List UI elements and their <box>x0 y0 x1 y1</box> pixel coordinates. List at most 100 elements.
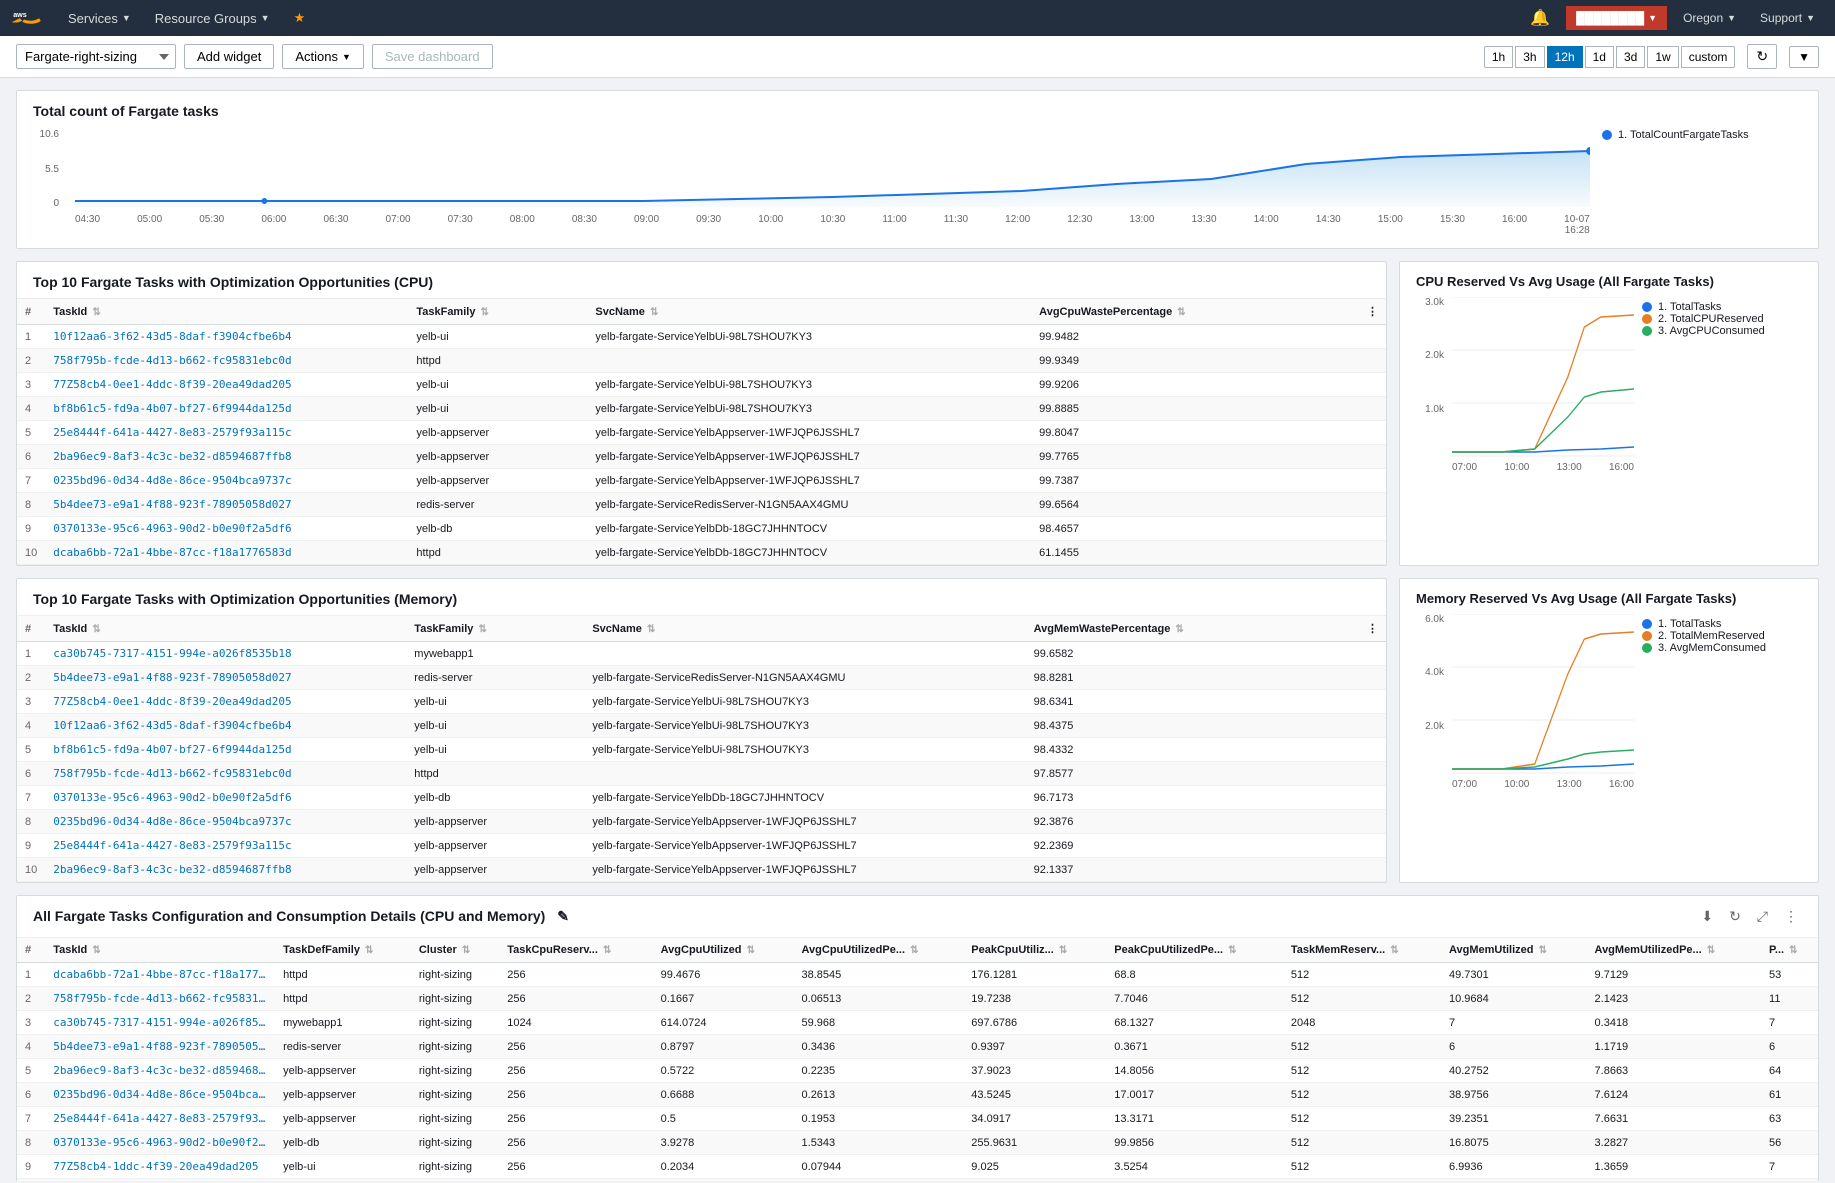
table-row[interactable]: 9 77Z58cb4-1ddc-4f39-20ea49dad205 yelb-u… <box>17 1155 1818 1179</box>
table-row[interactable]: 6 0235bd96-0d34-4d8e-86ce-9504bca9737c y… <box>17 1083 1818 1107</box>
time-1w-button[interactable]: 1w <box>1647 46 1678 68</box>
table-row[interactable]: 1 10f12aa6-3f62-43d5-8daf-f3904cfbe6b4 y… <box>17 325 1386 349</box>
table-row[interactable]: 8 5b4dee73-e9a1-4f88-923f-78905058d027 r… <box>17 493 1386 517</box>
services-nav-button[interactable]: Services ▼ <box>60 0 139 36</box>
col-header-taskfamily[interactable]: TaskFamily ⇅ <box>408 299 587 325</box>
time-12h-button[interactable]: 12h <box>1547 46 1583 68</box>
time-3h-button[interactable]: 3h <box>1515 46 1544 68</box>
col-taskid-header[interactable]: TaskId ⇅ <box>45 938 275 963</box>
aws-logo[interactable]: aws <box>12 6 48 30</box>
support-caret-icon: ▼ <box>1806 13 1815 23</box>
table-row[interactable]: 4 5b4dee73-e9a1-4f88-923f-78905058d027 r… <box>17 1035 1818 1059</box>
col-header-menu[interactable]: ⋮ <box>1359 299 1386 325</box>
table-row[interactable]: 9 0370133e-95c6-4963-90d2-b0e90f2a5df6 y… <box>17 517 1386 541</box>
download-icon[interactable]: ⬇ <box>1697 906 1717 927</box>
cpu-chart-legend: 1. TotalTasks 2. TotalCPUReserved 3. Avg… <box>1642 297 1802 473</box>
table-row[interactable]: 5 2ba96ec9-8af3-4c3c-be32-d8594687ffb8 y… <box>17 1059 1818 1083</box>
resource-groups-nav-button[interactable]: Resource Groups ▼ <box>147 0 278 36</box>
edit-icon[interactable]: ✎ <box>557 908 569 924</box>
table-row[interactable]: 7 0235bd96-0d34-4d8e-86ce-9504bca9737c y… <box>17 469 1386 493</box>
table-row[interactable]: 6 758f795b-fcde-4d13-b662-fc95831ebc0d h… <box>17 762 1386 786</box>
memory-table-header-row: # TaskId ⇅ TaskFamily ⇅ SvcName ⇅ AvgMem… <box>17 616 1386 642</box>
memory-chart-svg <box>1452 614 1634 774</box>
table-row[interactable]: 2 758f795b-fcde-4d13-b662-fc95831ebc0d h… <box>17 987 1818 1011</box>
col-header-svcname[interactable]: SvcName ⇅ <box>584 616 1025 642</box>
more-options-icon[interactable]: ⋮ <box>1780 906 1802 927</box>
x-label: 05:30 <box>199 214 224 236</box>
table-row[interactable]: 5 25e8444f-641a-4427-8e83-2579f93a115c y… <box>17 421 1386 445</box>
favorites-nav-button[interactable]: ★ <box>286 0 314 36</box>
table-row[interactable]: 10 dcaba6bb-72a1-4bbe-87cc-f18a1776583d … <box>17 541 1386 565</box>
table-row[interactable]: 5 bf8b61c5-fd9a-4b07-bf27-6f9944da125d y… <box>17 738 1386 762</box>
y-label-bot: 0 <box>33 198 59 209</box>
col-avgcpu-header[interactable]: AvgCpuUtilized ⇅ <box>653 938 794 963</box>
actions-button[interactable]: Actions ▼ <box>282 44 364 69</box>
col-avgmempct-header[interactable]: AvgMemUtilizedPe... ⇅ <box>1587 938 1761 963</box>
table-row[interactable]: 9 25e8444f-641a-4427-8e83-2579f93a115c y… <box>17 834 1386 858</box>
col-header-num: # <box>17 299 45 325</box>
x-label: 11:00 <box>882 214 906 236</box>
x-label: 07:30 <box>448 214 473 236</box>
notifications-bell-icon[interactable]: 🔔 <box>1522 8 1558 28</box>
table-row[interactable]: 8 0235bd96-0d34-4d8e-86ce-9504bca9737c y… <box>17 810 1386 834</box>
cpu-chart-card: CPU Reserved Vs Avg Usage (All Fargate T… <box>1399 261 1819 566</box>
col-header-taskid[interactable]: TaskId ⇅ <box>45 616 406 642</box>
col-header-avgmem[interactable]: AvgMemWastePercentage ⇅ <box>1026 616 1359 642</box>
col-avgmem-header[interactable]: AvgMemUtilized ⇅ <box>1441 938 1587 963</box>
table-row[interactable]: 2 758f795b-fcde-4d13-b662-fc95831ebc0d h… <box>17 349 1386 373</box>
region-selector[interactable]: Oregon ▼ <box>1675 11 1744 25</box>
col-header-menu[interactable]: ⋮ <box>1359 616 1386 642</box>
support-button[interactable]: Support ▼ <box>1752 11 1823 25</box>
refresh-button[interactable]: ↻ <box>1747 44 1777 69</box>
memory-optimization-table-card: Top 10 Fargate Tasks with Optimization O… <box>16 578 1387 883</box>
table-row[interactable]: 10 2ba96ec9-8af3-4c3c-be32-d8594687ffb8 … <box>17 858 1386 882</box>
table-row[interactable]: 10 10f12aa6-3f62-43d5-8daf-f3904cfbe6b4 … <box>17 1179 1818 1182</box>
time-1d-button[interactable]: 1d <box>1585 46 1614 68</box>
table-row[interactable]: 7 0370133e-95c6-4963-90d2-b0e90f2a5df6 y… <box>17 786 1386 810</box>
col-peakcpupct-header[interactable]: PeakCpuUtilizedPe... ⇅ <box>1106 938 1283 963</box>
table-row[interactable]: 4 10f12aa6-3f62-43d5-8daf-f3904cfbe6b4 y… <box>17 714 1386 738</box>
col-header-svcname[interactable]: SvcName ⇅ <box>587 299 1031 325</box>
table-row[interactable]: 3 77Z58cb4-0ee1-4ddc-8f39-20ea49dad205 y… <box>17 373 1386 397</box>
table-row[interactable]: 1 dcaba6bb-72a1-4bbe-87cc-f18a1776583d h… <box>17 963 1818 987</box>
add-widget-button[interactable]: Add widget <box>184 44 274 69</box>
table-row[interactable]: 3 77Z58cb4-0ee1-4ddc-8f39-20ea49dad205 y… <box>17 690 1386 714</box>
memory-chart-legend: 1. TotalTasks 2. TotalMemReserved 3. Avg… <box>1642 614 1802 790</box>
x-label: 08:00 <box>510 214 535 236</box>
col-taskdeffamily-header[interactable]: TaskDefFamily ⇅ <box>275 938 411 963</box>
dashboard-selector[interactable]: Fargate-right-sizing <box>16 44 176 69</box>
table-header-row: # TaskId ⇅ TaskFamily ⇅ SvcName ⇅ AvgCpu… <box>17 299 1386 325</box>
profile-caret-icon: ▼ <box>1648 13 1657 23</box>
top-navigation: aws Services ▼ Resource Groups ▼ ★ 🔔 ███… <box>0 0 1835 36</box>
time-custom-button[interactable]: custom <box>1681 46 1736 68</box>
x-label: 15:00 <box>1378 214 1403 236</box>
save-dashboard-button[interactable]: Save dashboard <box>372 44 493 69</box>
refresh-table-icon[interactable]: ↻ <box>1725 906 1745 927</box>
table-row[interactable]: 2 5b4dee73-e9a1-4f88-923f-78905058d027 r… <box>17 666 1386 690</box>
table-row[interactable]: 8 0370133e-95c6-4963-90d2-b0e90f2a5df6 y… <box>17 1131 1818 1155</box>
table-row[interactable]: 7 25e8444f-641a-4427-8e83-2579f93a115c y… <box>17 1107 1818 1131</box>
more-options-button[interactable]: ▼ <box>1789 46 1819 68</box>
col-peakcpu-header[interactable]: PeakCpuUtiliz... ⇅ <box>963 938 1106 963</box>
table-row[interactable]: 3 ca30b745-7317-4151-994e-a026f8535b18 m… <box>17 1011 1818 1035</box>
col-p-header[interactable]: P... ⇅ <box>1761 938 1818 963</box>
col-cluster-header[interactable]: Cluster ⇅ <box>411 938 499 963</box>
table-row[interactable]: 1 ca30b745-7317-4151-994e-a026f8535b18 m… <box>17 642 1386 666</box>
time-3d-button[interactable]: 3d <box>1616 46 1645 68</box>
table-row[interactable]: 6 2ba96ec9-8af3-4c3c-be32-d8594687ffb8 y… <box>17 445 1386 469</box>
expand-icon[interactable]: ⤢ <box>1753 906 1772 927</box>
time-1h-button[interactable]: 1h <box>1484 46 1513 68</box>
col-header-taskfamily[interactable]: TaskFamily ⇅ <box>406 616 584 642</box>
col-memres-header[interactable]: TaskMemReserv... ⇅ <box>1283 938 1441 963</box>
profile-button[interactable]: ████████ ▼ <box>1566 6 1667 30</box>
x-label: 12:30 <box>1067 214 1092 236</box>
col-avgcpupct-header[interactable]: AvgCpuUtilizedPe... ⇅ <box>794 938 964 963</box>
memory-chart-card: Memory Reserved Vs Avg Usage (All Fargat… <box>1399 578 1819 883</box>
col-header-taskid[interactable]: TaskId ⇅ <box>45 299 408 325</box>
table-row[interactable]: 4 bf8b61c5-fd9a-4b07-bf27-6f9944da125d y… <box>17 397 1386 421</box>
total-count-chart-title: Total count of Fargate tasks <box>33 103 1802 119</box>
legend-dot-orange <box>1642 314 1652 324</box>
col-cpures-header[interactable]: TaskCpuReserv... ⇅ <box>499 938 652 963</box>
col-header-avgcpu[interactable]: AvgCpuWastePercentage ⇅ <box>1031 299 1359 325</box>
memory-chart-title: Memory Reserved Vs Avg Usage (All Fargat… <box>1416 591 1802 606</box>
